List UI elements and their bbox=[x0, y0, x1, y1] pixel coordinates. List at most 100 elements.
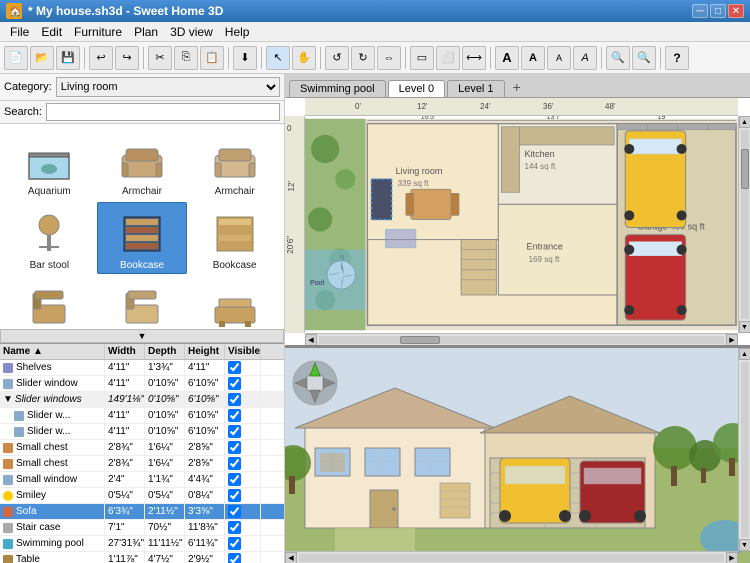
sep7 bbox=[490, 47, 491, 69]
furniture-scroll-down[interactable]: ▼ bbox=[0, 329, 284, 343]
tab-level1[interactable]: Level 1 bbox=[447, 80, 504, 97]
table-row[interactable]: Table 1'11⅞" 4'7½" 2'9½" bbox=[0, 552, 284, 563]
table-row[interactable]: Small window 2'4" 1'1¾" 4'4¾" bbox=[0, 472, 284, 488]
header-width[interactable]: Width bbox=[105, 344, 145, 359]
scroll-up-3d[interactable]: ▲ bbox=[739, 348, 750, 360]
barstool-label: Bar stool bbox=[30, 260, 69, 271]
minimize-button[interactable]: ─ bbox=[692, 4, 708, 18]
scroll-right-3d[interactable]: ▶ bbox=[726, 552, 738, 563]
category-label: Category: bbox=[4, 81, 52, 93]
left-panel: Category: Living room Search: Aquarium bbox=[0, 74, 285, 563]
redo-button[interactable]: ↪ bbox=[115, 46, 139, 70]
pan-button[interactable]: ✋ bbox=[292, 46, 316, 70]
header-visible[interactable]: Visible bbox=[225, 344, 261, 359]
table-row[interactable]: Stair case 7'1" 70½" 11'8⅜" bbox=[0, 520, 284, 536]
header-height[interactable]: Height bbox=[185, 344, 225, 359]
furniture-item-chair1[interactable]: Chair bbox=[4, 276, 95, 329]
tab-add-button[interactable]: + bbox=[507, 77, 527, 97]
table-row[interactable]: Slider w... 4'11" 0'10⅝" 6'10⅝" bbox=[0, 408, 284, 424]
menu-edit[interactable]: Edit bbox=[35, 23, 68, 41]
hscrollbar-floor[interactable]: ◀ ▶ bbox=[305, 333, 738, 345]
table-row[interactable]: Small chest 2'8¾" 1'6¼" 2'8⅝" bbox=[0, 456, 284, 472]
open-button[interactable]: 📂 bbox=[30, 46, 54, 70]
cut-button[interactable]: ✂ bbox=[148, 46, 172, 70]
category-select[interactable]: Living room bbox=[56, 77, 280, 97]
table-row[interactable]: Slider w... 4'11" 0'10⅝" 6'10⅝" bbox=[0, 424, 284, 440]
scroll-right-arrow[interactable]: ▶ bbox=[726, 334, 738, 346]
menu-3dview[interactable]: 3D view bbox=[164, 23, 219, 41]
table-row[interactable]: Swimming pool 27'31¾" 11'11½" 6'11¾" bbox=[0, 536, 284, 552]
bookcase1-label: Bookcase bbox=[120, 260, 164, 271]
vscrollbar-3d[interactable]: ▲ ▼ bbox=[738, 348, 750, 551]
furniture-item-aquarium[interactable]: Aquarium bbox=[4, 128, 95, 200]
floor-plan[interactable]: 0' 12' 24' 36' 48' 0 12' 20'6" bbox=[285, 98, 750, 348]
text-small-button[interactable]: A bbox=[547, 46, 571, 70]
sep3 bbox=[228, 47, 229, 69]
rotate-button[interactable]: ↺ bbox=[325, 46, 349, 70]
menu-furniture[interactable]: Furniture bbox=[68, 23, 128, 41]
furniture-item-barstool[interactable]: Bar stool bbox=[4, 202, 95, 274]
floor-plan-svg: N Living room 339 sq ft Kitchen 144 sq bbox=[305, 116, 738, 333]
new-button[interactable]: 📄 bbox=[4, 46, 28, 70]
furniture-item-bookcase2[interactable]: Bookcase bbox=[189, 202, 280, 274]
menu-file[interactable]: File bbox=[4, 23, 35, 41]
table-row-group[interactable]: ▼Slider windows 149'1⅛" 0'10⅝" 6'10⅝" bbox=[0, 392, 284, 408]
table-row[interactable]: Smiley 0'5¼" 0'5¼" 0'8¼" bbox=[0, 488, 284, 504]
armchair1-icon bbox=[117, 134, 167, 184]
sep8 bbox=[601, 47, 602, 69]
armchair2-icon bbox=[210, 134, 260, 184]
window-title: * My house.sh3d - Sweet Home 3D bbox=[28, 4, 223, 18]
sep2 bbox=[143, 47, 144, 69]
close-button[interactable]: ✕ bbox=[728, 4, 744, 18]
furniture-item-coffeetable[interactable]: Coffee table bbox=[189, 276, 280, 329]
tab-level0[interactable]: Level 0 bbox=[388, 80, 445, 97]
table-row[interactable]: Shelves 4'11" 1'3¾" 4'11" bbox=[0, 360, 284, 376]
table-row[interactable]: Slider window 4'11" 0'10⅝" 6'10⅝" bbox=[0, 376, 284, 392]
scroll-down-3d[interactable]: ▼ bbox=[739, 539, 750, 551]
zoom-out-button[interactable]: 🔍 bbox=[632, 46, 656, 70]
3d-view[interactable]: ▲ ▼ ◀ ▶ bbox=[285, 348, 750, 563]
select-button[interactable]: ↖ bbox=[266, 46, 290, 70]
tab-swimming-pool[interactable]: Swimming pool bbox=[289, 80, 386, 97]
table-row[interactable]: Small chest 2'8¾" 1'6¼" 2'8⅝" bbox=[0, 440, 284, 456]
wall-button[interactable]: ▭ bbox=[410, 46, 434, 70]
right-panel: Swimming pool Level 0 Level 1 + 0' 12' 2… bbox=[285, 74, 750, 563]
text-italic-button[interactable]: A bbox=[573, 46, 597, 70]
help-button[interactable]: ? bbox=[665, 46, 689, 70]
room-button[interactable]: ⬜ bbox=[436, 46, 460, 70]
rotate2-button[interactable]: ↻ bbox=[351, 46, 375, 70]
copy-button[interactable]: ⎘ bbox=[174, 46, 198, 70]
hscrollbar-3d[interactable]: ◀ ▶ bbox=[285, 551, 738, 563]
search-input[interactable] bbox=[46, 103, 280, 121]
vscrollbar-floor[interactable]: ▲ ▼ bbox=[738, 116, 750, 333]
undo-button[interactable]: ↩ bbox=[89, 46, 113, 70]
import-button[interactable]: ⬇ bbox=[233, 46, 257, 70]
furniture-item-armchair1[interactable]: Armchair bbox=[97, 128, 188, 200]
mirror-button[interactable]: ⇔ bbox=[377, 46, 401, 70]
zoom-in-button[interactable]: 🔍 bbox=[606, 46, 630, 70]
main-area: Category: Living room Search: Aquarium bbox=[0, 74, 750, 563]
menu-plan[interactable]: Plan bbox=[128, 23, 164, 41]
aquarium-icon bbox=[24, 134, 74, 184]
scroll-left-arrow[interactable]: ◀ bbox=[305, 334, 317, 346]
paste-button[interactable]: 📋 bbox=[200, 46, 224, 70]
menu-help[interactable]: Help bbox=[219, 23, 256, 41]
scroll-left-3d[interactable]: ◀ bbox=[285, 552, 297, 563]
app-icon: 🏠 bbox=[6, 3, 22, 19]
barstool-icon bbox=[24, 208, 74, 258]
table-row-sofa[interactable]: Sofa 6'3¾" 2'11½" 3'3⅝" bbox=[0, 504, 284, 520]
maximize-button[interactable]: □ bbox=[710, 4, 726, 18]
svg-text:339 sq ft: 339 sq ft bbox=[398, 179, 430, 188]
scroll-down-arrow[interactable]: ▼ bbox=[739, 321, 750, 333]
furniture-item-chair2[interactable]: Chair bbox=[97, 276, 188, 329]
header-name[interactable]: Name ▲ bbox=[0, 344, 105, 359]
save-button[interactable]: 💾 bbox=[56, 46, 80, 70]
furniture-item-armchair2[interactable]: Armchair bbox=[189, 128, 280, 200]
furniture-item-bookcase1[interactable]: Bookcase bbox=[97, 202, 188, 274]
dimension-button[interactable]: ⟷ bbox=[462, 46, 486, 70]
text-med-button[interactable]: A bbox=[521, 46, 545, 70]
bookcase2-icon bbox=[210, 208, 260, 258]
header-depth[interactable]: Depth bbox=[145, 344, 185, 359]
text-large-button[interactable]: A bbox=[495, 46, 519, 70]
scroll-up-arrow[interactable]: ▲ bbox=[739, 116, 750, 128]
